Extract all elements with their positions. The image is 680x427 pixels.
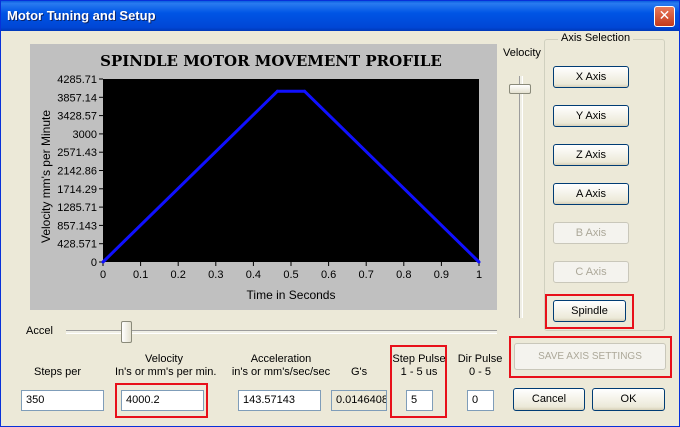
chart-svg: SPINDLE MOTOR MOVEMENT PROFILE4285.71 385… (39, 52, 482, 302)
x-tick-label: 0.1 (133, 269, 148, 281)
y-tick-label: 0 (91, 257, 97, 269)
dir-pulse-input[interactable]: 0 (467, 390, 494, 411)
chart-title: SPINDLE MOTOR MOVEMENT PROFILE (100, 52, 442, 70)
x-tick-label: 0.4 (246, 269, 261, 281)
title-bar[interactable]: Motor Tuning and Setup ✕ (1, 1, 679, 31)
x-tick-label: 0 (100, 269, 106, 281)
velocity-slider-label: Velocity (503, 47, 541, 59)
save-settings-highlight (509, 336, 672, 378)
dir-pulse-label: Dir Pulse (457, 353, 503, 365)
y-tick-label: 2571.43 (57, 147, 97, 159)
b-axis-button[interactable]: B Axis (553, 222, 629, 244)
velocity-units-label: In's or mm's per min. (115, 366, 217, 378)
x-axis-button[interactable]: X Axis (553, 66, 629, 88)
velocity-highlight (115, 383, 208, 418)
accel-slider-label: Accel (26, 325, 53, 337)
window-title: Motor Tuning and Setup (7, 8, 156, 23)
gs-readout: 0.0146408 (331, 390, 387, 411)
step-pulse-highlight (390, 345, 447, 418)
y-tick-label: 3428.57 (57, 111, 97, 123)
a-axis-button[interactable]: A Axis (553, 183, 629, 205)
acceleration-input[interactable]: 143.57143 (238, 390, 321, 411)
y-tick-label: 1714.29 (57, 184, 97, 196)
spindle-highlight (545, 294, 634, 329)
profile-point (303, 89, 307, 93)
x-tick-label: 0.9 (434, 269, 449, 281)
x-tick-label: 0.8 (396, 269, 411, 281)
acceleration-units-label: in's or mm's/sec/sec (231, 366, 331, 378)
z-axis-button[interactable]: Z Axis (553, 144, 629, 166)
x-tick-label: 0.6 (321, 269, 336, 281)
motor-tuning-dialog: Motor Tuning and Setup ✕ SPINDLE MOTOR M… (0, 0, 680, 427)
gs-label: G's (351, 366, 368, 378)
profile-point (477, 260, 481, 264)
y-axis-label: Velocity mm's per Minute (39, 110, 53, 243)
velocity-slider-thumb[interactable] (509, 84, 531, 94)
steps-per-input[interactable]: 350 (21, 390, 104, 411)
x-axis-label: Time in Seconds (247, 288, 336, 302)
c-axis-button[interactable]: C Axis (553, 261, 629, 283)
velocity-label: Velocity (145, 353, 183, 365)
profile-point (275, 89, 279, 93)
acceleration-label: Acceleration (250, 353, 312, 365)
x-tick-label: 1 (476, 269, 482, 281)
close-icon[interactable]: ✕ (654, 6, 675, 27)
steps-per-label: Steps per (34, 366, 82, 378)
velocity-slider-track[interactable] (519, 76, 523, 318)
profile-point (101, 260, 105, 264)
x-tick-label: 0.5 (283, 269, 298, 281)
y-axis-button[interactable]: Y Axis (553, 105, 629, 127)
y-tick-label: 1285.71 (57, 202, 97, 214)
y-tick-label: 3000 (73, 129, 97, 141)
x-tick-label: 0.3 (208, 269, 223, 281)
plot-area (103, 79, 479, 262)
y-tick-label: 857.143 (57, 220, 97, 232)
axis-selection-title: Axis Selection (558, 32, 634, 44)
movement-profile-chart: SPINDLE MOTOR MOVEMENT PROFILE 4285.71 385… (30, 44, 497, 310)
accel-slider-thumb[interactable] (121, 321, 132, 343)
ok-button[interactable]: OK (592, 388, 665, 411)
x-tick-label: 0.2 (171, 269, 186, 281)
x-tick-label: 0.7 (359, 269, 374, 281)
y-tick-label: 2142.86 (57, 166, 97, 178)
dir-pulse-range-label: 0 - 5 (468, 366, 491, 378)
cancel-button[interactable]: Cancel (513, 388, 585, 411)
y-tick-label: 428.571 (57, 239, 97, 251)
y-tick-label: 3857.14 (57, 92, 97, 104)
y-tick-label: 4285.71 (57, 74, 97, 86)
